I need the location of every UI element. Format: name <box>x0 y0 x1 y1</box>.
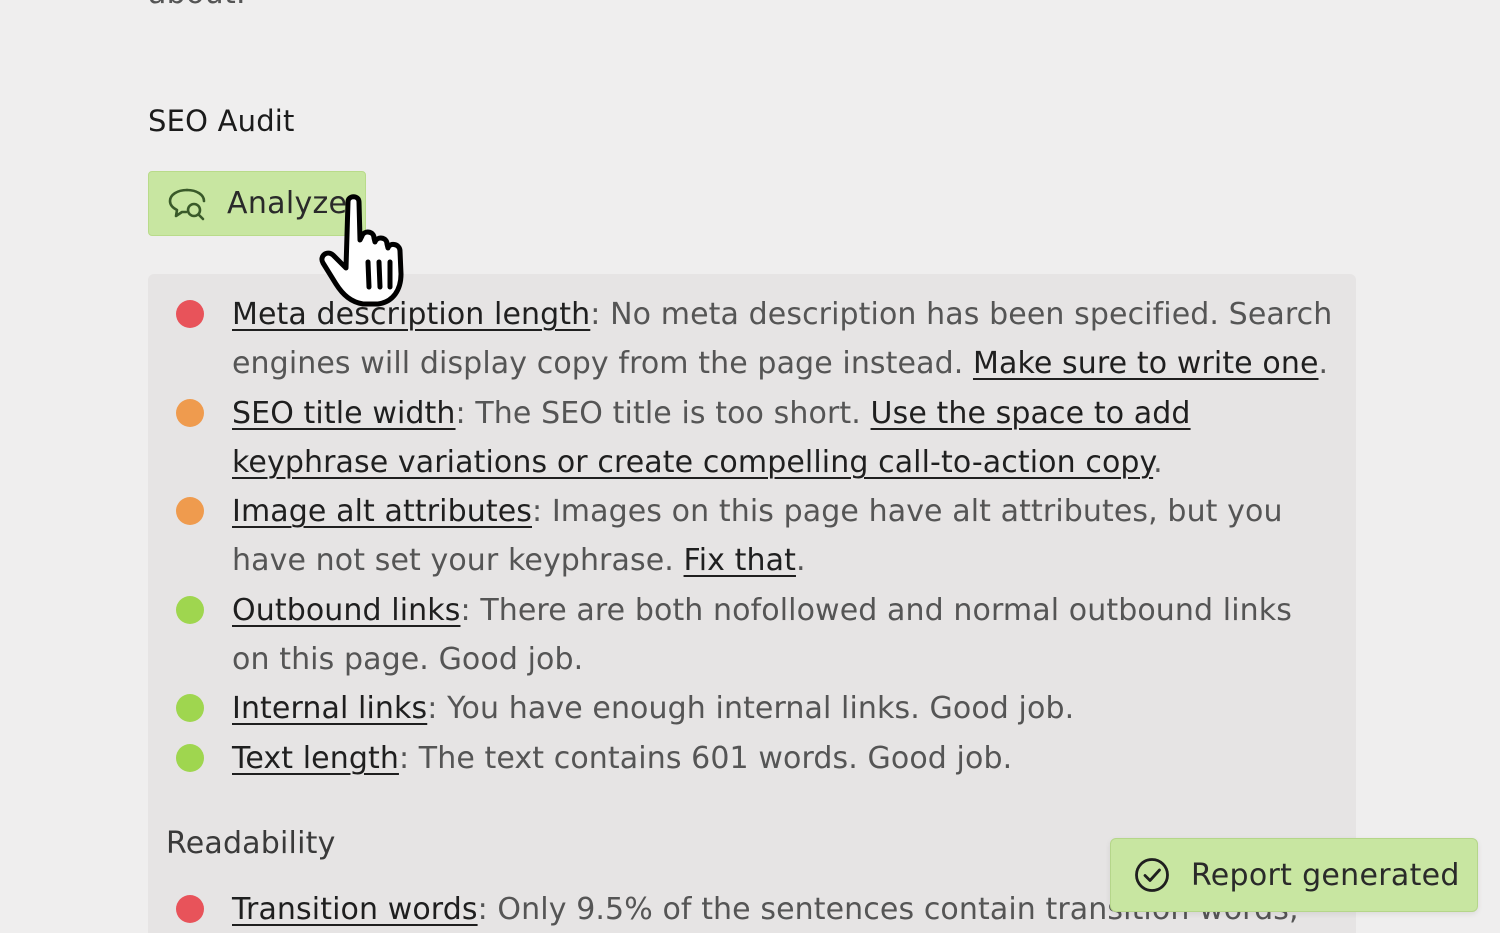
result-item: Outbound links: There are both nofollowe… <box>148 586 1356 685</box>
result-item: Internal links: You have enough internal… <box>148 684 1356 733</box>
status-dot-bad <box>176 300 204 328</box>
result-text: : You have enough internal links. Good j… <box>427 691 1075 727</box>
result-text: . <box>1318 346 1329 382</box>
result-text: . <box>795 543 806 579</box>
seo-audit-title: SEO Audit <box>148 104 295 138</box>
previous-paragraph-fragment: about. <box>148 0 246 11</box>
result-link[interactable]: SEO title width <box>232 396 456 431</box>
result-item: Meta description length: No meta descrip… <box>148 290 1356 389</box>
result-text: . <box>1153 444 1163 480</box>
toast-label: Report generated <box>1191 857 1460 893</box>
result-link[interactable]: Make sure to write one <box>973 346 1319 381</box>
analyze-button[interactable]: Analyze <box>148 171 366 236</box>
status-dot-good <box>176 694 204 723</box>
result-link[interactable]: Image alt attributes <box>232 494 532 529</box>
results-panel: Meta description length: No meta descrip… <box>148 274 1356 933</box>
seo-results-list: Meta description length: No meta descrip… <box>148 290 1356 783</box>
result-text: : The text contains 601 words. Good job. <box>398 740 1013 776</box>
result-link[interactable]: Text length <box>232 741 399 776</box>
status-dot-good <box>176 595 204 624</box>
result-link[interactable]: Fix that <box>684 543 796 578</box>
readability-title: Readability <box>166 826 336 861</box>
status-dot-bad <box>176 895 204 923</box>
result-link[interactable]: Outbound links <box>232 593 460 628</box>
report-generated-toast: Report generated <box>1110 838 1478 912</box>
check-circle-icon <box>1133 856 1171 894</box>
result-item: Image alt attributes: Images on this pag… <box>148 487 1356 586</box>
chat-search-icon <box>167 186 207 222</box>
page: about. SEO Audit Analyze Meta descriptio… <box>0 0 1500 933</box>
status-dot-ok <box>176 497 204 526</box>
result-text: : The SEO title is too short. <box>455 395 871 431</box>
result-item: Text length: The text contains 601 words… <box>148 734 1356 783</box>
status-dot-good <box>176 743 204 772</box>
status-dot-ok <box>176 398 204 427</box>
result-link[interactable]: Internal links <box>232 691 427 726</box>
analyze-button-label: Analyze <box>227 186 348 221</box>
result-item: SEO title width: The SEO title is too sh… <box>148 389 1356 488</box>
result-link[interactable]: Transition words <box>232 892 478 927</box>
result-link[interactable]: Meta description length <box>232 297 590 332</box>
